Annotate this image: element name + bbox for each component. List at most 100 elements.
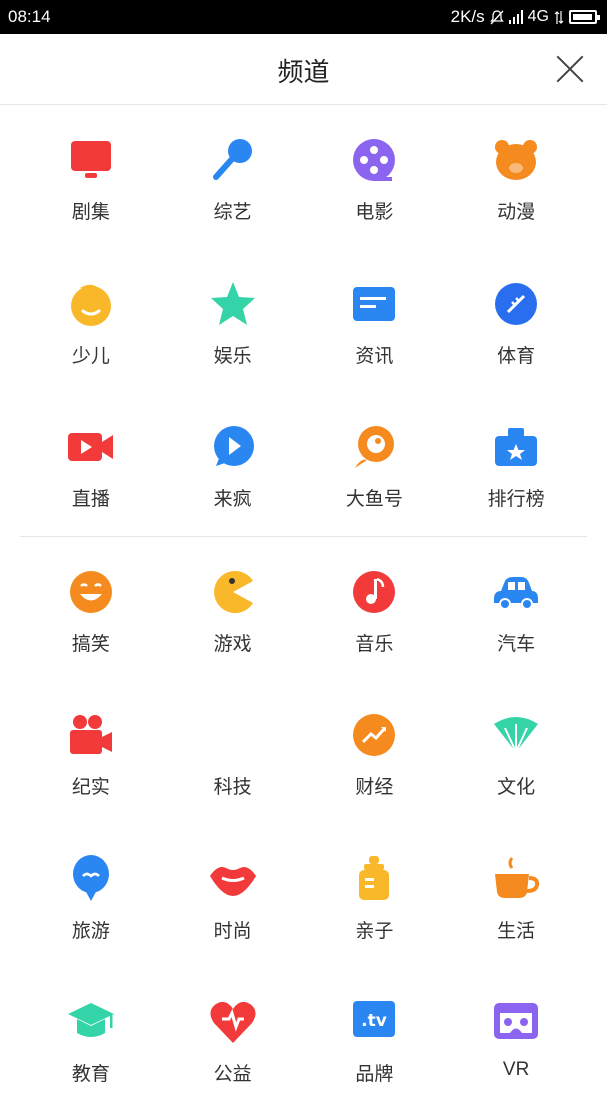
bear-icon	[491, 135, 541, 185]
fan-icon	[491, 710, 541, 760]
channel-item[interactable]: 亲子	[304, 824, 446, 968]
channel-row: 旅游 时尚 亲子 生活	[20, 824, 607, 968]
channel-label: 旅游	[71, 920, 110, 942]
channel-label: 科技	[213, 777, 252, 798]
channel-label: 生活	[497, 920, 536, 942]
tech-icon	[208, 710, 258, 760]
channel-item[interactable]: 游戏	[162, 537, 304, 681]
network-speed: 2K/s	[450, 7, 485, 26]
channel-label: 时尚	[213, 920, 252, 942]
channel-label: 电影	[355, 202, 394, 223]
channel-item[interactable]: 教育	[20, 967, 162, 1111]
channel-item[interactable]: 来疯	[162, 392, 304, 536]
channel-row: 纪实 科技 财经 文化	[20, 680, 607, 824]
coffee-cup-icon	[491, 854, 541, 904]
channel-label: 教育	[71, 1064, 110, 1085]
page-title: 频道	[277, 57, 330, 87]
channel-item[interactable]: 科技	[162, 680, 304, 824]
child-face-icon	[66, 279, 116, 329]
data-transfer-icon	[554, 10, 564, 25]
channel-item[interactable]: 汽车	[445, 537, 587, 681]
channel-item[interactable]: 剧集	[20, 105, 162, 249]
channel-row: 搞笑 游戏 音乐 汽车	[20, 537, 607, 681]
ranking-icon	[491, 422, 541, 472]
status-bar: 08:14 2K/s 4G	[0, 0, 607, 34]
channel-item[interactable]: 动漫	[445, 105, 587, 249]
channel-item[interactable]: 音乐	[304, 537, 446, 681]
balloon-icon	[66, 854, 116, 904]
channel-label: 娱乐	[213, 345, 252, 367]
channel-item[interactable]: 公益	[162, 967, 304, 1111]
battery-icon	[569, 10, 600, 24]
channel-item[interactable]: 资讯	[304, 249, 446, 393]
channel-header: 频道	[0, 34, 607, 105]
channel-label: 大鱼号	[345, 489, 403, 510]
close-button[interactable]	[555, 54, 585, 84]
channel-label: 纪实	[71, 777, 110, 798]
channel-section-primary: 剧集 综艺 电影 动漫少儿 娱乐 资讯 体育直播 来疯 大鱼号 排行榜	[0, 105, 607, 536]
channel-item[interactable]: 旅游	[20, 824, 162, 968]
channel-section-more: 搞笑 游戏 音乐 汽车纪实 科技 财经 文化旅游 时尚 亲子 生活教育 公益 .tv 品牌 VR	[0, 537, 607, 1111]
channel-label: 综艺	[213, 202, 252, 223]
channel-item[interactable]: VR	[445, 967, 587, 1111]
film-reel-icon	[349, 135, 399, 185]
microphone-icon	[208, 135, 258, 185]
mute-bell-icon	[489, 9, 504, 25]
channel-label: 游戏	[213, 633, 252, 655]
channel-item[interactable]: 生活	[445, 824, 587, 968]
channel-item[interactable]: 财经	[304, 680, 446, 824]
lips-icon	[208, 854, 258, 904]
channel-label: 品牌	[355, 1064, 394, 1085]
video-camera-icon	[66, 422, 116, 472]
channel-label: 动漫	[497, 202, 536, 223]
star-icon	[208, 279, 258, 329]
status-time: 08:14	[8, 7, 51, 26]
laugh-face-icon	[66, 567, 116, 617]
news-icon	[349, 279, 399, 329]
channel-item[interactable]: 大鱼号	[304, 392, 446, 536]
channel-label: 搞笑	[71, 633, 110, 655]
channel-label: 财经	[355, 777, 394, 798]
channel-label: 来疯	[213, 489, 252, 510]
channel-label: 音乐	[355, 633, 394, 655]
pacman-icon	[208, 567, 258, 617]
channel-item[interactable]: 文化	[445, 680, 587, 824]
tv-icon	[66, 135, 116, 185]
channel-row: 教育 公益 .tv 品牌 VR	[20, 967, 607, 1111]
movie-camera-icon	[66, 710, 116, 760]
channel-label: VR	[502, 1059, 530, 1080]
channel-item[interactable]: 电影	[304, 105, 446, 249]
channel-item[interactable]: 综艺	[162, 105, 304, 249]
channel-item[interactable]: 直播	[20, 392, 162, 536]
channel-item[interactable]: .tv 品牌	[304, 967, 446, 1111]
channel-item[interactable]: 时尚	[162, 824, 304, 968]
channel-item[interactable]: 体育	[445, 249, 587, 393]
channel-label: 公益	[213, 1064, 252, 1085]
baby-bottle-icon	[349, 854, 399, 904]
channel-label: 排行榜	[487, 489, 545, 510]
channel-label: 亲子	[355, 920, 394, 942]
channel-label: 直播	[71, 489, 110, 510]
channel-row: 直播 来疯 大鱼号 排行榜	[20, 392, 607, 536]
channel-item[interactable]: 少儿	[20, 249, 162, 393]
car-icon	[491, 567, 541, 617]
channel-item[interactable]: 娱乐	[162, 249, 304, 393]
graduation-cap-icon	[66, 997, 116, 1047]
football-icon	[491, 279, 541, 329]
channel-label: 汽车	[497, 633, 536, 655]
channel-label: 少儿	[71, 345, 110, 367]
svg-text:.tv: .tv	[362, 1011, 388, 1031]
vr-glasses-icon	[491, 997, 541, 1047]
heart-icon	[208, 997, 258, 1047]
signal-icon	[508, 10, 523, 24]
network-type: 4G	[527, 8, 549, 25]
channel-item[interactable]: 搞笑	[20, 537, 162, 681]
channel-label: 体育	[497, 345, 536, 367]
music-note-icon	[349, 567, 399, 617]
play-bubble-icon	[208, 422, 258, 472]
channel-item[interactable]: 排行榜	[445, 392, 587, 536]
channel-row: 少儿 娱乐 资讯 体育	[20, 249, 607, 393]
channel-item[interactable]: 纪实	[20, 680, 162, 824]
channel-label: 剧集	[71, 202, 110, 223]
tv-badge-icon: .tv	[349, 997, 399, 1047]
